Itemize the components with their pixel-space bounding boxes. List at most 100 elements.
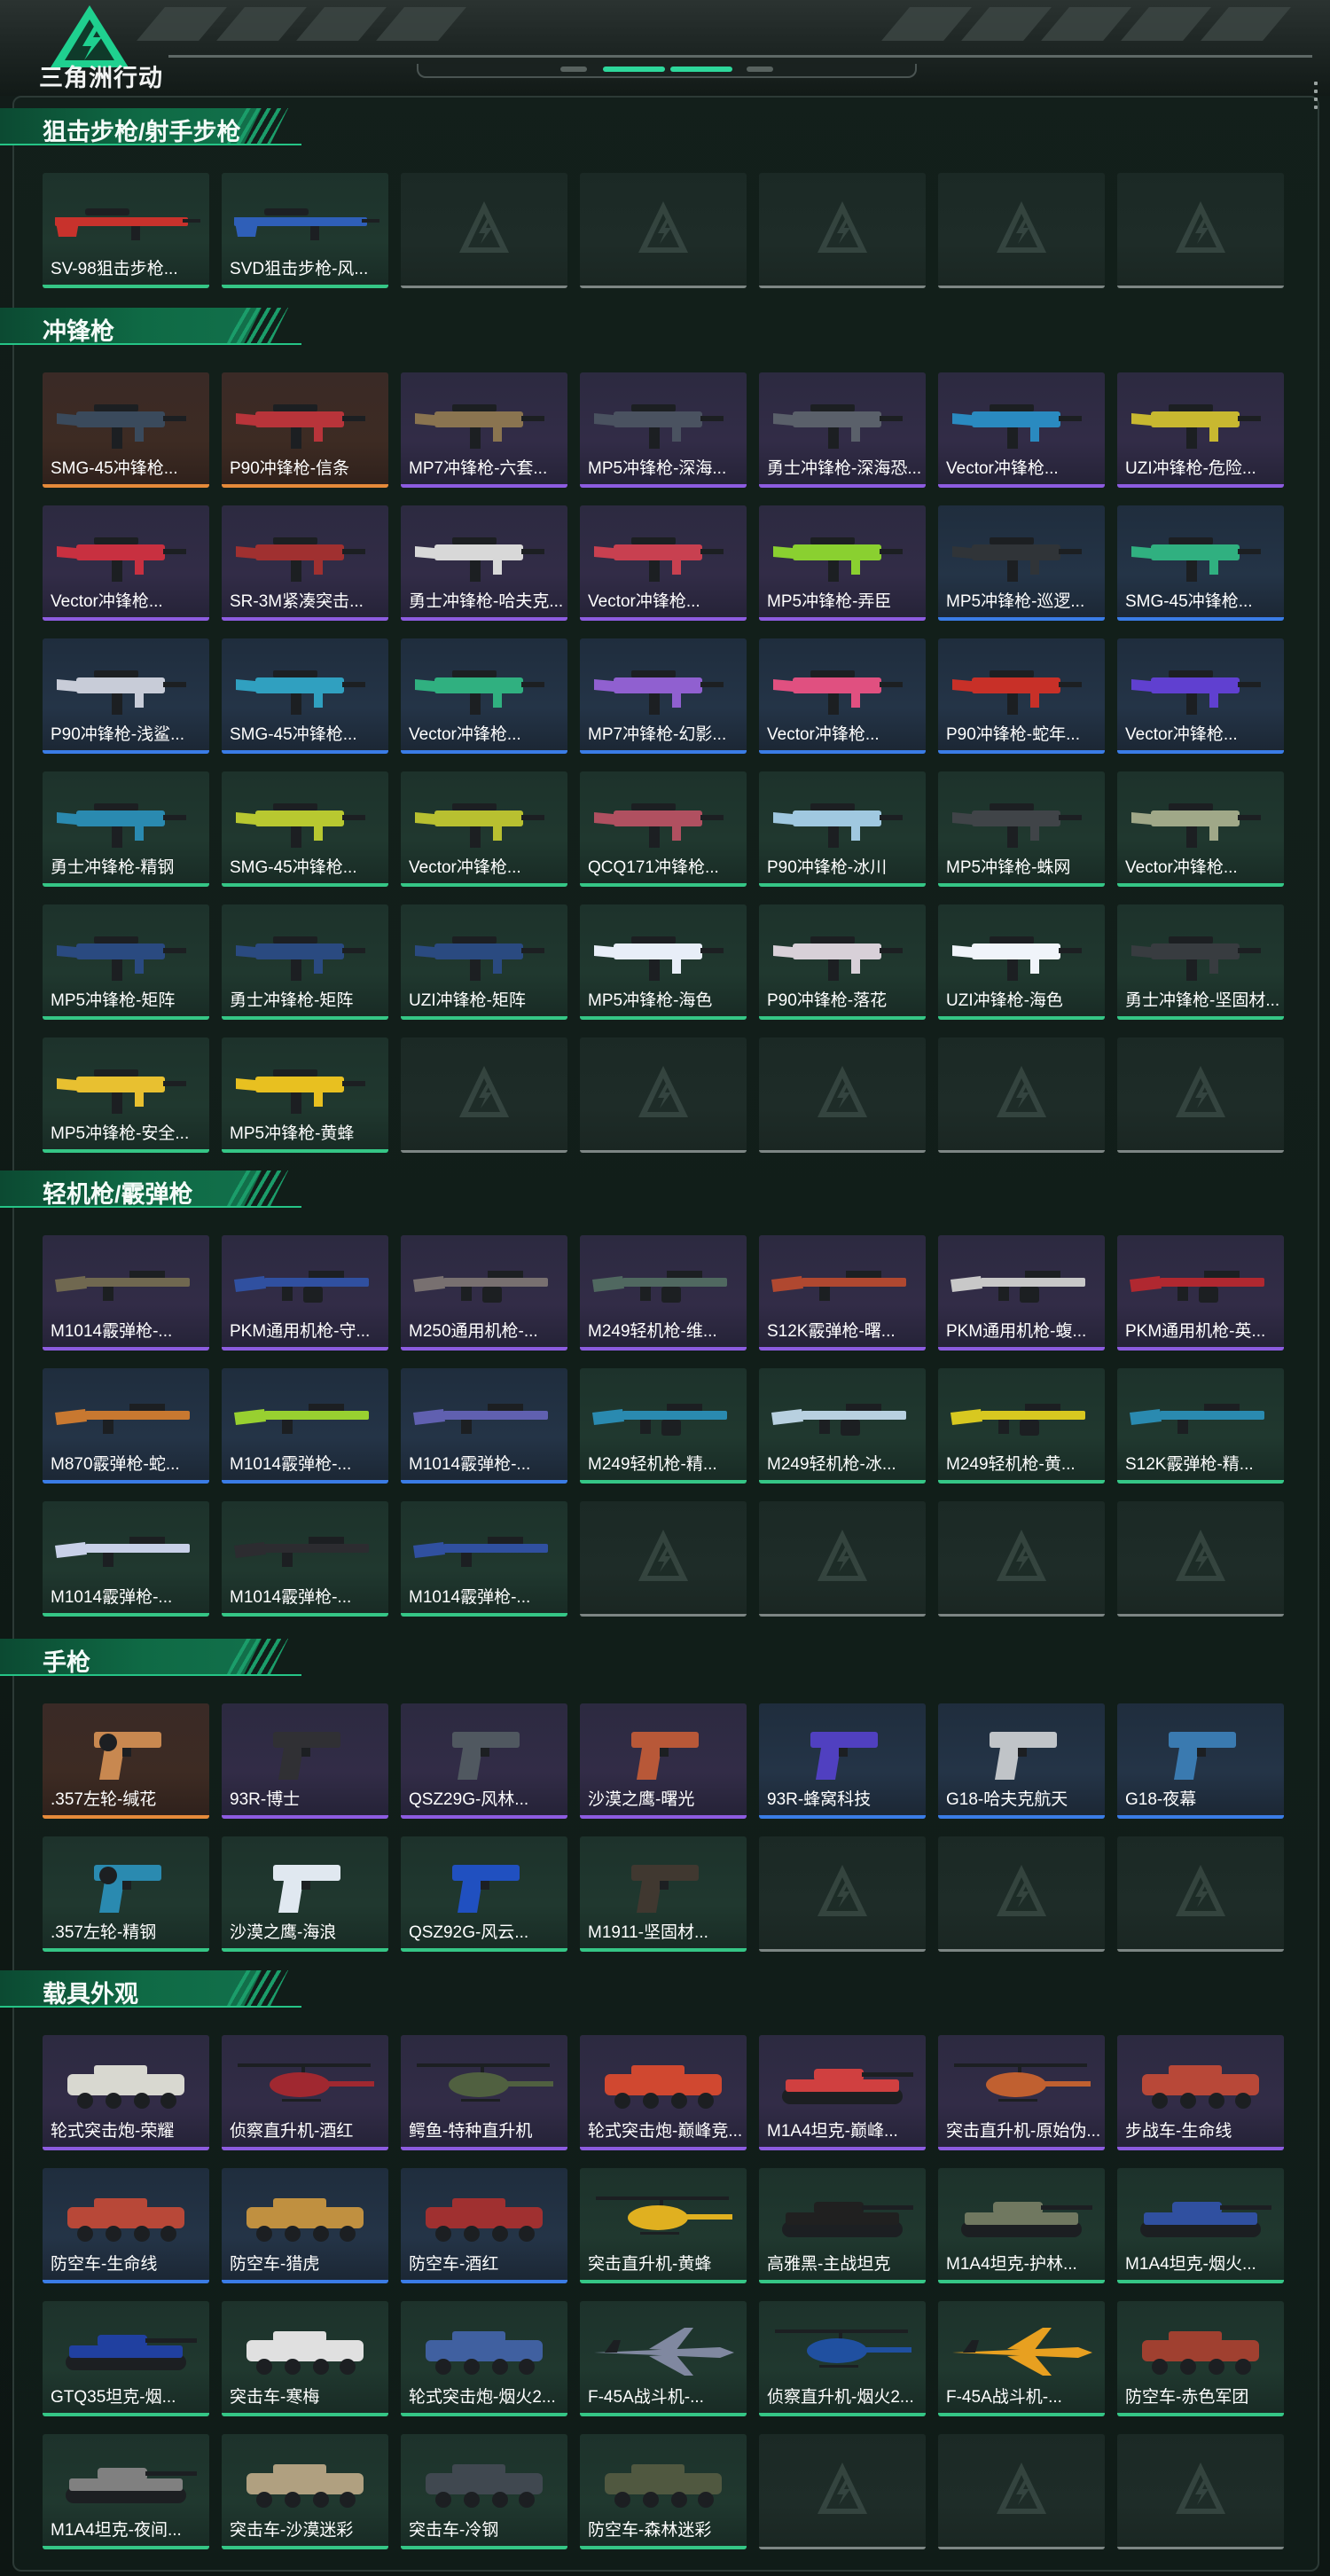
skin-card[interactable]: PKM通用机枪-英... [1117,1235,1284,1351]
skin-card[interactable]: M249轻机枪-冰... [759,1368,926,1484]
skin-card[interactable]: 轮式突击炮-烟火2... [401,2301,567,2416]
skin-card[interactable]: M1A4坦克-护林... [938,2168,1105,2283]
skin-card[interactable]: 突击直升机-黄蜂 [580,2168,747,2283]
skin-card[interactable]: M1A4坦克-夜间... [43,2434,209,2549]
scrollbar-handle[interactable] [1314,82,1318,114]
skin-card[interactable]: UZI冲锋枪-危险... [1117,372,1284,488]
skin-card[interactable]: M249轻机枪-维... [580,1235,747,1351]
skin-card[interactable]: QCQ171冲锋枪... [580,771,747,887]
skin-card[interactable]: Vector冲锋枪... [43,505,209,621]
skin-card[interactable]: SR-3M紧凑突击... [222,505,388,621]
skin-card[interactable]: Vector冲锋枪... [759,638,926,754]
skin-card[interactable]: M870霰弹枪-蛇... [43,1368,209,1484]
skin-card[interactable]: .357左轮-缄花 [43,1703,209,1819]
skin-card[interactable]: M1A4坦克-烟火... [1117,2168,1284,2283]
skin-card[interactable]: QSZ92G-风云... [401,1836,567,1952]
skin-card[interactable]: M250通用机枪-... [401,1235,567,1351]
page-dot[interactable] [560,67,587,72]
skin-card[interactable]: MP7冲锋枪-六套... [401,372,567,488]
skin-card[interactable]: MP5冲锋枪-深海... [580,372,747,488]
skin-card[interactable]: Vector冲锋枪... [1117,638,1284,754]
skin-card[interactable]: M249轻机枪-精... [580,1368,747,1484]
skin-card[interactable]: G18-夜幕 [1117,1703,1284,1819]
skin-card[interactable]: PKM通用机枪-蝮... [938,1235,1105,1351]
skin-card[interactable]: PKM通用机枪-守... [222,1235,388,1351]
skin-card[interactable]: M1911-坚固材... [580,1836,747,1952]
skin-card[interactable]: SV-98狙击步枪... [43,173,209,288]
skin-card[interactable]: F-45A战斗机-... [938,2301,1105,2416]
skin-card[interactable]: P90冲锋枪-蛇年... [938,638,1105,754]
skin-card[interactable]: M1014霰弹枪-... [43,1235,209,1351]
skin-card[interactable]: UZI冲锋枪-海色 [938,904,1105,1020]
skin-card[interactable]: P90冲锋枪-浅鲨... [43,638,209,754]
skin-card[interactable]: GTQ35坦克-烟... [43,2301,209,2416]
skin-card[interactable]: Vector冲锋枪... [580,505,747,621]
skin-card[interactable]: MP5冲锋枪-蛛网 [938,771,1105,887]
skin-card[interactable]: 侦察直升机-烟火2... [759,2301,926,2416]
skin-card[interactable]: .357左轮-精钢 [43,1836,209,1952]
skin-card[interactable]: G18-哈夫克航天 [938,1703,1105,1819]
skin-card[interactable]: Vector冲锋枪... [938,372,1105,488]
skin-card[interactable]: 勇士冲锋枪-矩阵 [222,904,388,1020]
skin-card[interactable]: SMG-45冲锋枪... [222,771,388,887]
skin-card[interactable]: MP5冲锋枪-黄蜂 [222,1037,388,1153]
skin-card[interactable]: 沙漠之鹰-曙光 [580,1703,747,1819]
skin-card[interactable]: M1014霰弹枪-... [222,1501,388,1617]
skin-card[interactable]: F-45A战斗机-... [580,2301,747,2416]
skin-card[interactable]: SMG-45冲锋枪... [1117,505,1284,621]
skin-card[interactable]: P90冲锋枪-冰川 [759,771,926,887]
skin-card[interactable]: 93R-蜂窝科技 [759,1703,926,1819]
skin-card[interactable]: M1A4坦克-巅峰... [759,2035,926,2150]
skin-card[interactable]: 防空车-赤色军团 [1117,2301,1284,2416]
skin-card[interactable]: UZI冲锋枪-矩阵 [401,904,567,1020]
skin-card[interactable]: P90冲锋枪-信条 [222,372,388,488]
skin-card[interactable]: 高雅黑-主战坦克 [759,2168,926,2283]
skin-card[interactable]: P90冲锋枪-落花 [759,904,926,1020]
skin-card[interactable]: 突击直升机-原始伪... [938,2035,1105,2150]
skin-card[interactable]: M1014霰弹枪-... [401,1501,567,1617]
skin-card[interactable]: SMG-45冲锋枪... [43,372,209,488]
skin-card[interactable]: 沙漠之鹰-海浪 [222,1836,388,1952]
skin-card[interactable]: 勇士冲锋枪-哈夫克... [401,505,567,621]
skin-card[interactable]: 防空车-生命线 [43,2168,209,2283]
skin-card[interactable]: MP5冲锋枪-海色 [580,904,747,1020]
skin-card[interactable]: 轮式突击炮-荣耀 [43,2035,209,2150]
skin-card[interactable]: M1014霰弹枪-... [222,1368,388,1484]
skin-card[interactable]: 勇士冲锋枪-深海恐... [759,372,926,488]
skin-card[interactable]: M249轻机枪-黄... [938,1368,1105,1484]
skin-card[interactable]: 侦察直升机-酒红 [222,2035,388,2150]
skin-card[interactable]: MP5冲锋枪-安全... [43,1037,209,1153]
skin-card-label: 勇士冲锋枪-矩阵 [230,991,354,1010]
skin-card[interactable]: 突击车-冷钢 [401,2434,567,2549]
page-dot-active[interactable] [670,67,732,72]
skin-card[interactable]: 勇士冲锋枪-精钢 [43,771,209,887]
header-stripe [961,7,1052,41]
skin-card[interactable]: 轮式突击炮-巅峰竞... [580,2035,747,2150]
skin-card[interactable]: MP7冲锋枪-幻影... [580,638,747,754]
skin-card[interactable]: M1014霰弹枪-... [401,1368,567,1484]
skin-card[interactable]: SVD狙击步枪-风... [222,173,388,288]
skin-card-label: QSZ29G-风林... [409,1790,529,1809]
skin-card[interactable]: MP5冲锋枪-矩阵 [43,904,209,1020]
skin-card[interactable]: Vector冲锋枪... [401,638,567,754]
skin-card[interactable]: 步战车-生命线 [1117,2035,1284,2150]
page-dot[interactable] [747,67,773,72]
skin-card[interactable]: S12K霰弹枪-曙... [759,1235,926,1351]
page-dot-active[interactable] [603,67,665,72]
skin-card[interactable]: MP5冲锋枪-弄臣 [759,505,926,621]
skin-card[interactable]: M1014霰弹枪-... [43,1501,209,1617]
skin-card[interactable]: Vector冲锋枪... [1117,771,1284,887]
skin-card[interactable]: 勇士冲锋枪-坚固材... [1117,904,1284,1020]
skin-card[interactable]: MP5冲锋枪-巡逻... [938,505,1105,621]
skin-card[interactable]: 鳄鱼-特种直升机 [401,2035,567,2150]
skin-card[interactable]: 防空车-森林迷彩 [580,2434,747,2549]
skin-card[interactable]: 防空车-酒红 [401,2168,567,2283]
skin-card[interactable]: S12K霰弹枪-精... [1117,1368,1284,1484]
skin-card[interactable]: 93R-博士 [222,1703,388,1819]
skin-card[interactable]: 突击车-寒梅 [222,2301,388,2416]
skin-card[interactable]: QSZ29G-风林... [401,1703,567,1819]
skin-card[interactable]: Vector冲锋枪... [401,771,567,887]
skin-card[interactable]: 突击车-沙漠迷彩 [222,2434,388,2549]
skin-card[interactable]: 防空车-猎虎 [222,2168,388,2283]
skin-card[interactable]: SMG-45冲锋枪... [222,638,388,754]
